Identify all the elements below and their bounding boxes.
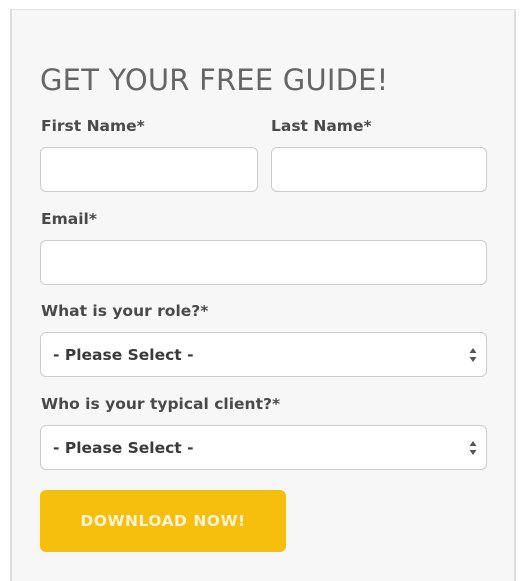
up-down-caret-icon [469,441,477,455]
first-name-input[interactable] [40,147,258,192]
form-title: GET YOUR FREE GUIDE! [40,63,389,97]
client-select-value: - Please Select - [53,438,194,457]
last-name-label: Last Name* [271,117,372,135]
last-name-input[interactable] [271,147,487,192]
email-label: Email* [41,210,97,228]
up-down-caret-icon [469,348,477,362]
client-label: Who is your typical client?* [41,395,281,413]
role-select-value: - Please Select - [53,345,194,364]
role-label: What is your role?* [41,302,209,320]
download-now-button[interactable]: DOWNLOAD NOW! [40,490,286,552]
first-name-label: First Name* [41,117,145,135]
email-input[interactable] [40,240,487,285]
download-now-button-label: DOWNLOAD NOW! [80,512,246,530]
role-select[interactable]: - Please Select - [40,332,487,377]
client-select[interactable]: - Please Select - [40,425,487,470]
